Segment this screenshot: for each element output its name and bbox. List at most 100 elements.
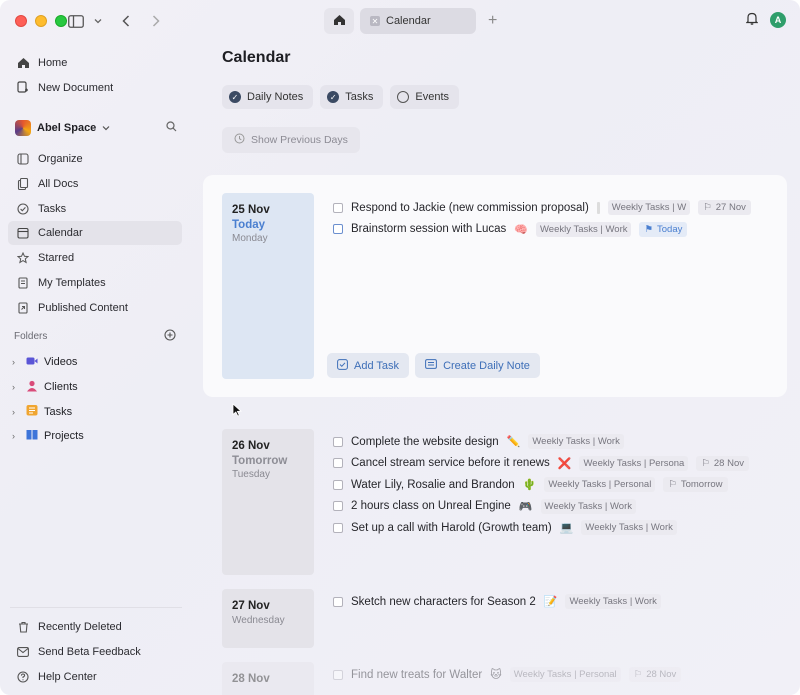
nav-all-docs[interactable]: All Docs [8,172,182,196]
folder-clients[interactable]: › Clients [8,375,182,400]
task-emoji: ❌ [558,457,572,470]
filter-daily-notes[interactable]: ✓ Daily Notes [222,85,313,109]
task-list-thursday: Find new treats for Walter 🐱 Weekly Task… [333,664,681,686]
zoom-window-button[interactable] [55,15,67,27]
workspace-switcher[interactable]: Abel Space [15,118,177,138]
sidebar-toggle-icon[interactable] [67,12,85,30]
primary-nav: Home New Document [8,51,182,101]
day-weekday: Tuesday [232,469,304,480]
filter-events[interactable]: Events [390,85,459,109]
flag-icon: ⚑ [644,224,653,235]
close-tab-icon[interactable]: ✕ [370,16,380,26]
minimize-window-button[interactable] [35,15,47,27]
chevron-right-icon[interactable]: › [12,431,20,441]
task-item[interactable]: Respond to Jackie (new commission propos… [333,197,751,219]
folder-videos[interactable]: › Videos [8,350,182,375]
note-icon [425,359,437,372]
nav-send-beta-feedback[interactable]: Send Beta Feedback [8,640,182,664]
organize-icon [16,152,30,166]
task-text: Set up a call with Harold (Growth team) [351,522,552,534]
folder-clients-label: Clients [44,381,78,393]
date-box-tomorrow: 26 Nov Tomorrow Tuesday [222,429,314,575]
task-text: Respond to Jackie (new commission propos… [351,202,589,214]
chevron-right-icon[interactable]: › [12,357,20,367]
task-item[interactable]: Water Lily, Rosalie and Brandon 🌵 Weekly… [333,474,749,496]
task-item[interactable]: Cancel stream service before it renews ❌… [333,453,749,475]
top-right-actions: A [746,12,786,28]
task-item[interactable]: Complete the website design ✏️ Weekly Ta… [333,431,749,453]
task-checkbox[interactable] [333,203,343,213]
nav-tasks[interactable]: Tasks [8,197,182,221]
nav-published-content[interactable]: Published Content [8,296,182,320]
nav-organize-label: Organize [38,153,83,165]
nav-calendar[interactable]: Calendar [8,221,182,245]
chevron-down-icon[interactable] [89,12,107,30]
task-checkbox[interactable] [333,523,343,533]
due-date: 28 Nov [646,669,676,680]
add-task-label: Add Task [354,360,399,372]
date-box-wednesday: 27 Nov Wednesday [222,589,314,648]
task-item[interactable]: Find new treats for Walter 🐱 Weekly Task… [333,664,681,686]
create-daily-note-button[interactable]: Create Daily Note [415,353,540,378]
nav-my-templates[interactable]: My Templates [8,271,182,295]
nav-help-center[interactable]: Help Center [8,665,182,689]
show-previous-days-button[interactable]: Show Previous Days [222,127,360,153]
due-date: Tomorrow [681,479,723,490]
task-tag: Weekly Tasks | Work [536,222,631,237]
task-checkbox[interactable] [333,224,343,234]
folder-projects-label: Projects [44,430,84,442]
chevron-right-icon[interactable]: › [12,407,20,417]
folder-projects[interactable]: › Projects [8,424,182,449]
home-tab[interactable] [324,8,354,34]
task-item[interactable]: 2 hours class on Unreal Engine 🎮 Weekly … [333,496,749,518]
task-item[interactable]: Sketch new characters for Season 2 📝 Wee… [333,591,661,613]
day-date: 28 Nov [232,673,304,685]
avatar[interactable]: A [770,12,786,28]
home-icon [16,56,30,70]
task-checkbox[interactable] [333,501,343,511]
app-window: Home New Document Abel Space Organize Al… [0,0,800,695]
nav-new-document[interactable]: New Document [8,76,182,100]
nav-recently-deleted[interactable]: Recently Deleted [8,615,182,639]
nav-all-docs-label: All Docs [38,178,78,190]
task-checkbox[interactable] [333,458,343,468]
nav-starred[interactable]: Starred [8,246,182,270]
tab-calendar[interactable]: ✕ Calendar [360,8,476,34]
search-icon[interactable] [166,121,177,135]
checkbox-icon [337,359,348,373]
task-checkbox[interactable] [333,480,343,490]
star-icon [16,251,30,265]
new-tab-icon[interactable]: + [488,12,497,30]
task-tag: Weekly Tasks | Work [581,520,676,535]
folders-header: Folders [14,329,176,344]
add-task-button[interactable]: Add Task [327,353,409,378]
clients-folder-icon [26,380,38,395]
task-emoji: 📝 [544,595,558,608]
back-arrow-icon[interactable] [117,12,135,30]
nav-organize[interactable]: Organize [8,147,182,171]
chevron-right-icon[interactable]: › [12,382,20,392]
folder-videos-label: Videos [44,356,77,368]
task-emoji: 💻 [560,521,574,534]
task-item[interactable]: Brainstorm session with Lucas 🧠 Weekly T… [333,219,751,241]
task-checkbox[interactable] [333,670,343,680]
close-window-button[interactable] [15,15,27,27]
nav-home[interactable]: Home [8,51,182,75]
task-item[interactable]: Set up a call with Harold (Growth team) … [333,517,749,539]
flag-icon: ⚐ [701,458,710,469]
add-folder-icon[interactable] [164,329,176,344]
bottom-nav: Recently Deleted Send Beta Feedback Help… [8,615,182,689]
bell-icon[interactable] [746,12,758,28]
filter-tasks[interactable]: ✓ Tasks [320,85,383,109]
folders-list: › Videos › Clients › Tasks › Projects [8,350,182,449]
sidebar: Home New Document Abel Space Organize Al… [0,0,190,695]
published-icon [16,301,30,315]
forward-arrow-icon[interactable] [147,12,165,30]
task-checkbox[interactable] [333,597,343,607]
nav-starred-label: Starred [38,252,74,264]
task-tag: Weekly Tasks | Work [565,594,660,609]
task-tag: Weekly Tasks | Personal [544,477,655,492]
chevron-down-icon [102,122,110,134]
folder-tasks[interactable]: › Tasks [8,399,182,424]
task-checkbox[interactable] [333,437,343,447]
